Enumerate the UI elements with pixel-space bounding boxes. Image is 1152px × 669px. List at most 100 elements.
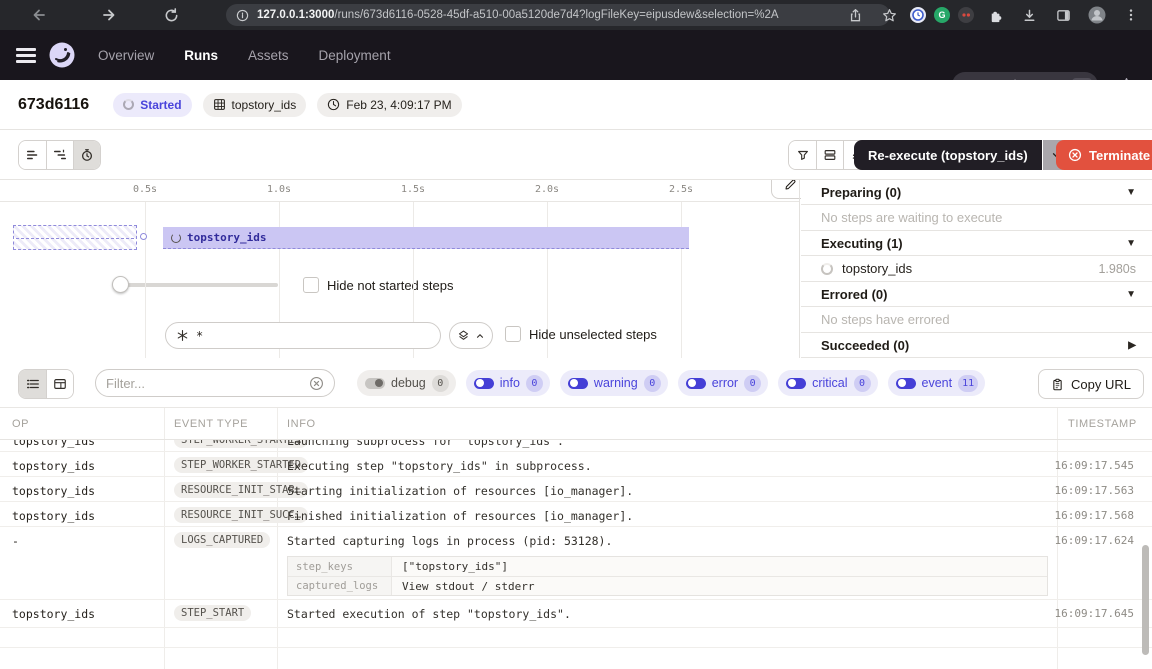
log-row-partial[interactable]: topstory_ids STEP_WORKER_STARTI… Launchi… xyxy=(0,440,1152,452)
run-header: 673d6116 Started topstory_ids Feb 23, 4:… xyxy=(0,80,1152,130)
timed-view-icon[interactable] xyxy=(73,141,100,169)
column-timestamp: TIMESTAMP xyxy=(1068,418,1137,430)
filter-funnel-icon[interactable] xyxy=(789,141,816,169)
bookmark-star-icon[interactable] xyxy=(876,2,902,28)
caret-down-icon[interactable]: ▼ xyxy=(1126,187,1136,198)
toggle-off-icon xyxy=(365,378,385,389)
browser-reload-icon[interactable] xyxy=(158,2,184,28)
column-info: INFO xyxy=(287,418,316,430)
address-bar[interactable]: 127.0.0.1:3000/runs/673d6116-0528-45df-a… xyxy=(226,4,890,26)
executing-step-row[interactable]: topstory_ids 1.980s xyxy=(801,256,1152,282)
browser-menu-icon[interactable] xyxy=(1118,2,1144,28)
section-preparing[interactable]: Preparing (0) ▼ xyxy=(801,180,1152,205)
log-row[interactable]: topstory_ids STEP_START Started executio… xyxy=(0,600,1152,628)
waterfall-view-icon[interactable] xyxy=(46,141,73,169)
meta-key: step_keys xyxy=(288,557,392,576)
log-table: OP EVENT TYPE INFO TIMESTAMP topstory_id… xyxy=(0,408,1152,669)
reexecute-split-button: Re-execute (topstory_ids) xyxy=(854,140,1069,170)
clock-icon xyxy=(327,98,340,111)
gantt-view-mode-segment xyxy=(18,140,101,170)
nav-menu-icon[interactable] xyxy=(16,43,40,67)
layers-icon xyxy=(457,329,470,342)
log-filter-input[interactable] xyxy=(106,376,296,391)
section-errored[interactable]: Errored (0) ▼ xyxy=(801,282,1152,307)
log-level-filters: debug 0 info 0 warning 0 error 0 critica… xyxy=(357,370,985,396)
downloads-icon[interactable] xyxy=(1016,2,1042,28)
log-scrollbar-thumb[interactable] xyxy=(1142,545,1149,655)
grammarly-icon[interactable]: G xyxy=(934,7,950,23)
gantt-chart: 0.5s 1.0s 1.5s 2.0s 2.5s topstory_ids xyxy=(0,180,800,358)
reexecute-button[interactable]: Re-execute (topstory_ids) xyxy=(854,140,1042,170)
structured-view-icon[interactable] xyxy=(46,370,73,398)
log-filter-box[interactable] xyxy=(95,369,335,397)
level-debug[interactable]: debug 0 xyxy=(357,370,456,396)
caret-right-icon[interactable]: ▶ xyxy=(1128,340,1136,351)
step-selection-inputbox[interactable] xyxy=(165,322,441,349)
browser-toolbar: 127.0.0.1:3000/runs/673d6116-0528-45df-a… xyxy=(0,0,1152,30)
caret-down-icon[interactable]: ▼ xyxy=(1126,238,1136,249)
job-tag[interactable]: topstory_ids xyxy=(203,93,307,117)
log-row-empty xyxy=(0,628,1152,648)
column-op: OP xyxy=(12,418,29,430)
log-row-logs-captured[interactable]: - LOGS_CAPTURED Started capturing logs i… xyxy=(0,527,1152,600)
event-metadata-table: step_keys ["topstory_ids"] captured_logs… xyxy=(287,556,1048,596)
profile-avatar[interactable] xyxy=(1084,2,1110,28)
step-selection-input[interactable] xyxy=(196,329,396,343)
log-row[interactable]: topstory_ids RESOURCE_INIT_STAR… Startin… xyxy=(0,477,1152,502)
run-status-badge: Started xyxy=(113,93,191,117)
darkreader-icon[interactable] xyxy=(958,7,974,23)
copy-url-button[interactable]: Copy URL xyxy=(1038,369,1144,399)
caret-down-icon[interactable]: ▼ xyxy=(1126,289,1136,300)
hide-unselected-label: Hide unselected steps xyxy=(529,327,657,342)
nav-item-runs[interactable]: Runs xyxy=(184,48,218,63)
level-critical[interactable]: critical 0 xyxy=(778,370,877,396)
nav-item-deployment[interactable]: Deployment xyxy=(319,48,391,63)
graph-query-toggle-button[interactable] xyxy=(449,322,493,349)
cancel-circle-icon xyxy=(1068,148,1082,162)
axis-tick: 2.0s xyxy=(535,184,559,195)
terminate-button[interactable]: Terminate xyxy=(1056,140,1152,170)
nav-item-overview[interactable]: Overview xyxy=(98,48,154,63)
meta-value: ["topstory_ids"] xyxy=(392,557,1047,576)
view-stdout-stderr-link[interactable]: View stdout / stderr xyxy=(392,577,1047,595)
dagster-logo[interactable] xyxy=(48,41,76,69)
step-status-panel: Preparing (0) ▼ No steps are waiting to … xyxy=(801,180,1152,358)
toggle-on-icon xyxy=(474,378,494,389)
nav-item-assets[interactable]: Assets xyxy=(248,48,289,63)
flat-view-icon[interactable] xyxy=(19,141,46,169)
nav-tabs: Overview Runs Assets Deployment xyxy=(98,48,391,63)
share-icon[interactable] xyxy=(842,2,868,28)
axis-tick: 2.5s xyxy=(669,184,693,195)
executing-step-name: topstory_ids xyxy=(842,261,912,276)
gantt-step-bar[interactable]: topstory_ids xyxy=(163,227,689,249)
browser-forward-icon[interactable] xyxy=(96,2,122,28)
rows-icon[interactable] xyxy=(816,141,843,169)
side-panel-icon[interactable] xyxy=(1050,2,1076,28)
clipboard-icon xyxy=(1051,378,1064,391)
level-error[interactable]: error 0 xyxy=(678,370,768,396)
chevron-up-icon xyxy=(475,331,485,341)
run-id: 673d6116 xyxy=(18,96,89,114)
clear-filter-icon[interactable] xyxy=(309,376,324,391)
list-view-icon[interactable] xyxy=(19,370,46,398)
section-succeeded[interactable]: Succeeded (0) ▶ xyxy=(801,333,1152,358)
hide-unselected-checkbox[interactable] xyxy=(505,326,521,342)
extension-clock-icon[interactable] xyxy=(910,7,926,23)
level-warning[interactable]: warning 0 xyxy=(560,370,668,396)
log-row[interactable]: topstory_ids STEP_WORKER_STARTED Executi… xyxy=(0,452,1152,477)
step-waiting-box[interactable] xyxy=(13,225,137,250)
extensions-puzzle-icon[interactable] xyxy=(982,2,1008,28)
section-executing[interactable]: Executing (1) ▼ xyxy=(801,231,1152,256)
step-bar-label: topstory_ids xyxy=(187,231,266,244)
gantt-toolbar: Hide not started steps Re-execute (topst… xyxy=(0,130,1152,180)
toggle-on-icon xyxy=(686,378,706,389)
step-spinner-icon xyxy=(171,233,181,243)
meta-key: captured_logs xyxy=(288,577,392,595)
level-info[interactable]: info 0 xyxy=(466,370,550,396)
log-row[interactable]: topstory_ids RESOURCE_INIT_SUCC… Finishe… xyxy=(0,502,1152,527)
browser-back-icon[interactable] xyxy=(26,2,52,28)
status-spinner-icon xyxy=(123,99,134,110)
op-selector-icon xyxy=(176,329,189,342)
run-time-tag: Feb 23, 4:09:17 PM xyxy=(317,93,461,117)
level-event[interactable]: event 11 xyxy=(888,370,986,396)
